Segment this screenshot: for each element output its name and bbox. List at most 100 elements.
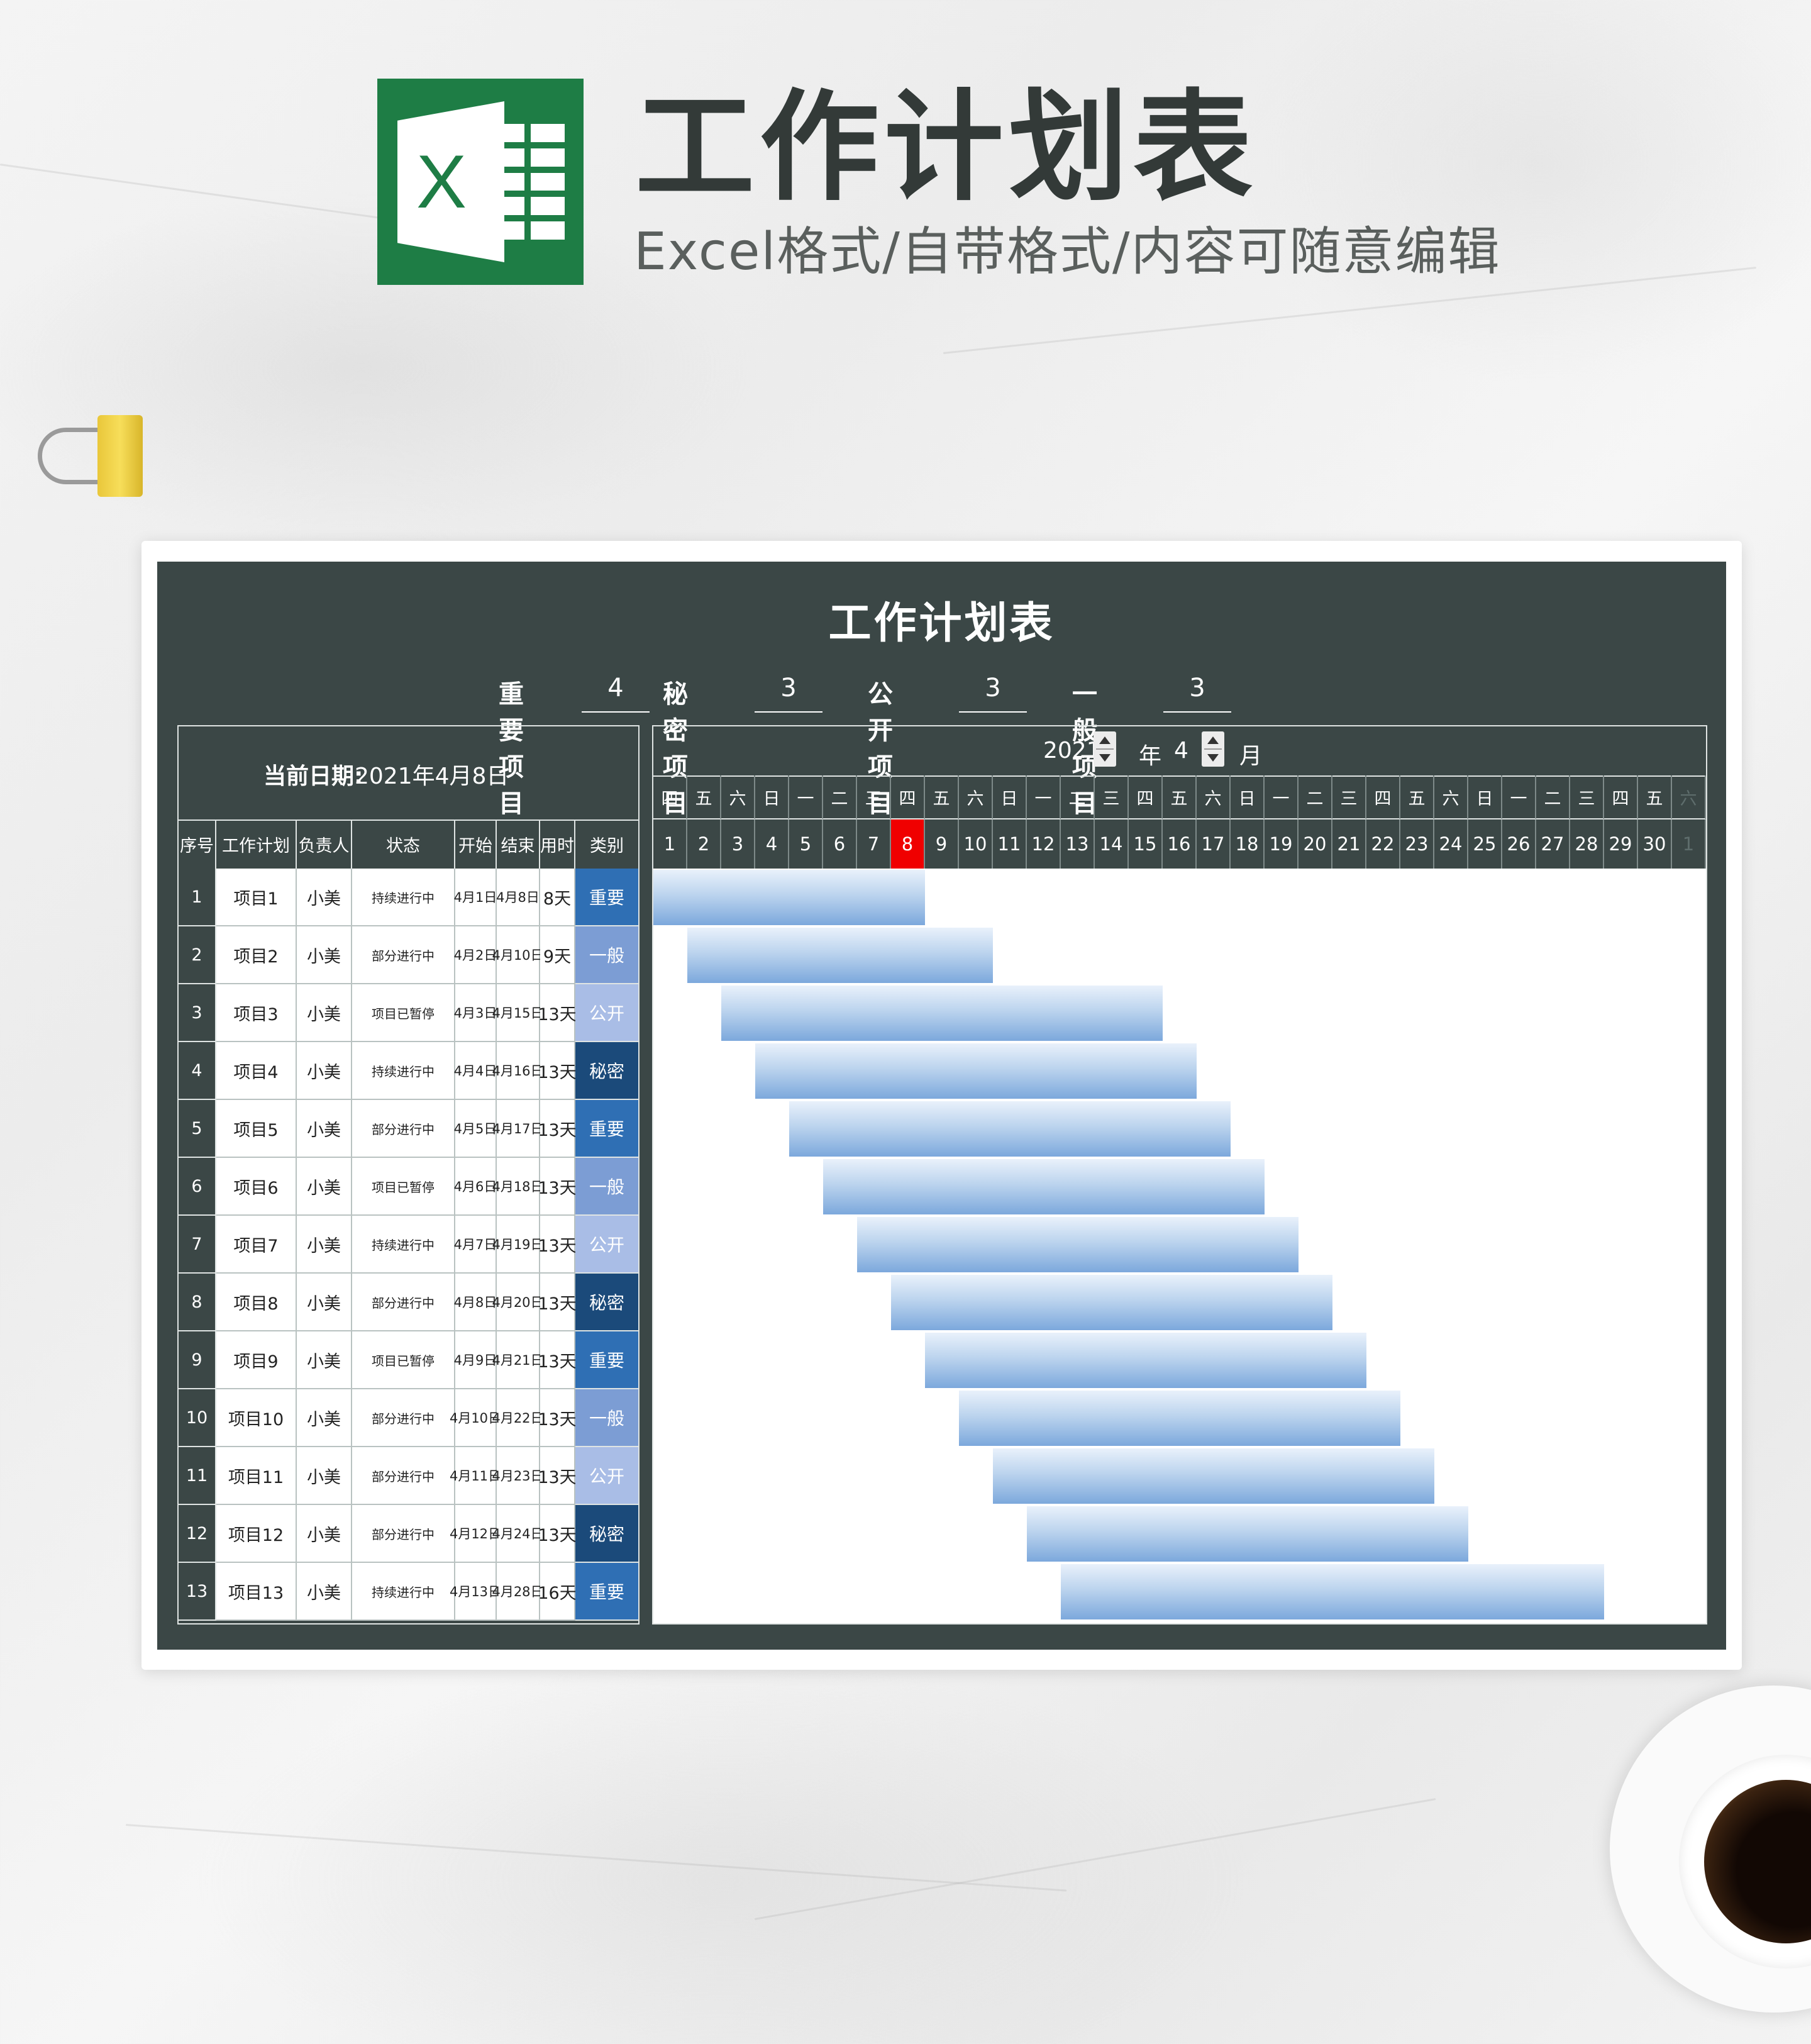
row-start[interactable]: 4月11日 [450, 1447, 501, 1505]
row-duration[interactable]: 13天 [538, 1389, 577, 1447]
row-status[interactable]: 持续进行中 [352, 869, 455, 926]
row-start[interactable]: 4月1日 [454, 869, 497, 926]
row-owner[interactable]: 小美 [297, 1447, 352, 1505]
row-owner[interactable]: 小美 [297, 1158, 352, 1216]
gantt-bar[interactable] [857, 1217, 1299, 1272]
row-start[interactable]: 4月4日 [454, 1042, 497, 1100]
row-duration[interactable]: 13天 [538, 984, 577, 1042]
row-plan[interactable]: 项目13 [216, 1563, 297, 1621]
row-duration[interactable]: 13天 [538, 1505, 577, 1563]
row-plan[interactable]: 项目7 [216, 1216, 297, 1274]
row-category[interactable]: 秘密 [575, 1042, 638, 1100]
row-owner[interactable]: 小美 [297, 1042, 352, 1100]
row-end[interactable]: 4月28日 [492, 1563, 544, 1621]
gantt-bar[interactable] [959, 1391, 1400, 1446]
row-category[interactable]: 一般 [575, 1158, 638, 1216]
summary-value-secret[interactable]: 3 [755, 674, 822, 713]
row-end[interactable]: 4月24日 [492, 1505, 544, 1563]
row-start[interactable]: 4月9日 [454, 1331, 497, 1389]
row-plan[interactable]: 项目3 [216, 984, 297, 1042]
row-owner[interactable]: 小美 [297, 1216, 352, 1274]
row-category[interactable]: 一般 [575, 926, 638, 984]
row-status[interactable]: 持续进行中 [352, 1216, 455, 1274]
row-plan[interactable]: 项目10 [216, 1389, 297, 1447]
row-category[interactable]: 公开 [575, 1216, 638, 1274]
row-end[interactable]: 4月17日 [492, 1100, 544, 1158]
year-spinner[interactable] [1094, 731, 1116, 767]
row-owner[interactable]: 小美 [297, 984, 352, 1042]
row-duration[interactable]: 8天 [540, 869, 575, 926]
row-owner[interactable]: 小美 [297, 1331, 352, 1389]
row-end[interactable]: 4月16日 [492, 1042, 544, 1100]
row-status[interactable]: 持续进行中 [352, 1042, 455, 1100]
row-end[interactable]: 4月8日 [496, 869, 540, 926]
year-value[interactable]: 2021 [1043, 738, 1101, 764]
gantt-bar[interactable] [1061, 1564, 1604, 1619]
row-owner[interactable]: 小美 [297, 1505, 352, 1563]
gantt-bar[interactable] [823, 1159, 1265, 1214]
row-plan[interactable]: 项目8 [216, 1274, 297, 1331]
gantt-bar[interactable] [755, 1043, 1197, 1099]
row-plan[interactable]: 项目9 [216, 1331, 297, 1389]
row-category[interactable]: 秘密 [575, 1274, 638, 1331]
gantt-bar[interactable] [653, 870, 925, 925]
row-start[interactable]: 4月8日 [454, 1274, 497, 1331]
row-owner[interactable]: 小美 [297, 869, 352, 926]
row-start[interactable]: 4月5日 [454, 1100, 497, 1158]
row-end[interactable]: 4月19日 [492, 1216, 544, 1274]
row-duration[interactable]: 13天 [538, 1331, 577, 1389]
row-plan[interactable]: 项目12 [216, 1505, 297, 1563]
row-owner[interactable]: 小美 [297, 1100, 352, 1158]
row-end[interactable]: 4月22日 [492, 1389, 544, 1447]
row-end[interactable]: 4月18日 [492, 1158, 544, 1216]
row-start[interactable]: 4月3日 [454, 984, 497, 1042]
row-plan[interactable]: 项目11 [216, 1447, 297, 1505]
row-end[interactable]: 4月15日 [492, 984, 544, 1042]
row-status[interactable]: 部分进行中 [352, 1274, 455, 1331]
summary-value-general[interactable]: 3 [1163, 674, 1231, 713]
gantt-bar[interactable] [721, 986, 1163, 1041]
row-duration[interactable]: 13天 [538, 1216, 577, 1274]
month-spinner[interactable] [1202, 731, 1224, 767]
row-duration[interactable]: 9天 [540, 926, 575, 984]
row-status[interactable]: 项目已暂停 [352, 984, 455, 1042]
row-plan[interactable]: 项目6 [216, 1158, 297, 1216]
row-end[interactable]: 4月23日 [492, 1447, 544, 1505]
row-category[interactable]: 公开 [575, 1447, 638, 1505]
row-duration[interactable]: 13天 [538, 1274, 577, 1331]
row-duration[interactable]: 16天 [538, 1563, 577, 1621]
row-duration[interactable]: 13天 [538, 1042, 577, 1100]
row-owner[interactable]: 小美 [297, 1274, 352, 1331]
row-category[interactable]: 重要 [575, 1331, 638, 1389]
current-date-value[interactable]: 2021年4月8日 [355, 758, 509, 791]
row-start[interactable]: 4月10日 [450, 1389, 501, 1447]
row-start[interactable]: 4月13日 [450, 1563, 501, 1621]
row-duration[interactable]: 13天 [538, 1100, 577, 1158]
row-owner[interactable]: 小美 [297, 926, 352, 984]
gantt-bar[interactable] [687, 928, 993, 983]
row-owner[interactable]: 小美 [297, 1563, 352, 1621]
row-duration[interactable]: 13天 [538, 1158, 577, 1216]
gantt-bar[interactable] [891, 1275, 1332, 1330]
gantt-bar[interactable] [1027, 1506, 1468, 1562]
row-category[interactable]: 重要 [575, 1100, 638, 1158]
month-value[interactable]: 4 [1174, 738, 1188, 764]
row-status[interactable]: 项目已暂停 [352, 1158, 455, 1216]
gantt-bar[interactable] [925, 1333, 1366, 1388]
row-owner[interactable]: 小美 [297, 1389, 352, 1447]
row-start[interactable]: 4月7日 [454, 1216, 497, 1274]
gantt-bar[interactable] [789, 1101, 1231, 1157]
summary-value-important[interactable]: 4 [582, 674, 650, 713]
gantt-bar[interactable] [993, 1448, 1434, 1504]
row-category[interactable]: 重要 [575, 869, 638, 926]
row-plan[interactable]: 项目4 [216, 1042, 297, 1100]
row-status[interactable]: 项目已暂停 [352, 1331, 455, 1389]
row-category[interactable]: 公开 [575, 984, 638, 1042]
row-status[interactable]: 部分进行中 [352, 926, 455, 984]
row-end[interactable]: 4月10日 [492, 926, 544, 984]
row-plan[interactable]: 项目1 [216, 869, 297, 926]
row-status[interactable]: 部分进行中 [352, 1505, 455, 1563]
row-duration[interactable]: 13天 [538, 1447, 577, 1505]
row-end[interactable]: 4月21日 [492, 1331, 544, 1389]
row-start[interactable]: 4月12日 [450, 1505, 501, 1563]
